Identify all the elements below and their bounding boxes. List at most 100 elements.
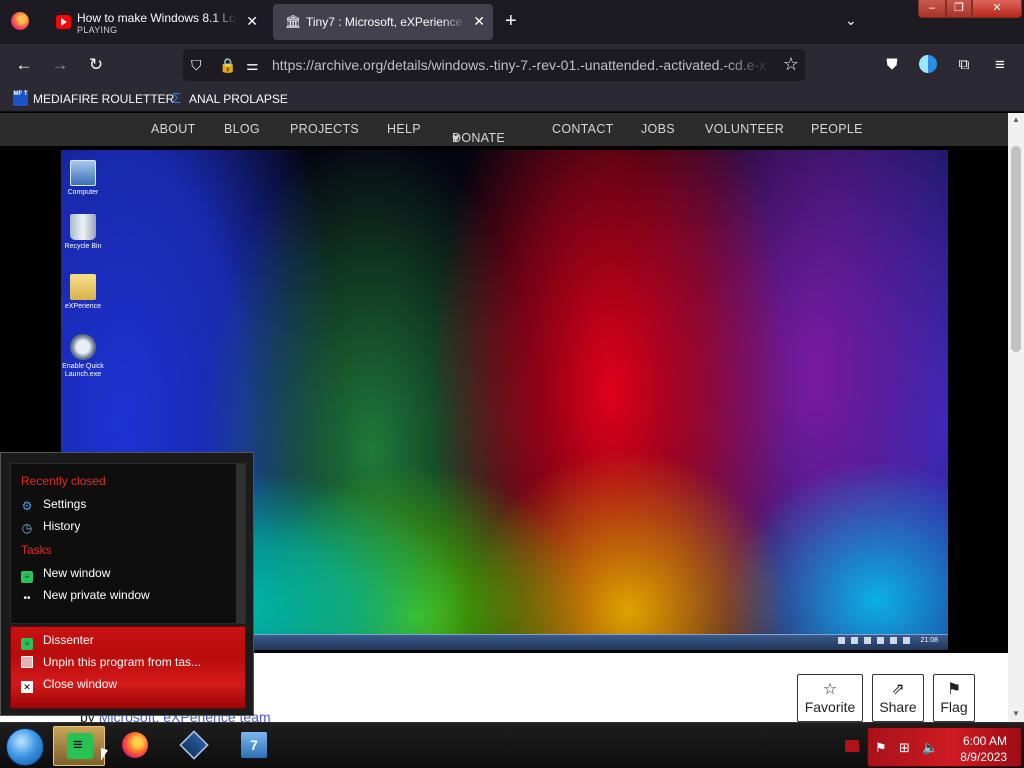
- taskbar-dissenter[interactable]: [53, 726, 105, 766]
- jump-item-unpin[interactable]: Unpin this program from tas...: [21, 655, 201, 675]
- flag-icon[interactable]: ⚑: [875, 740, 887, 756]
- nav-blog[interactable]: BLOG: [224, 122, 260, 136]
- action-center-flag-icon[interactable]: [845, 740, 859, 752]
- minimize-button[interactable]: –: [918, 0, 946, 18]
- archive-icon: 🏛: [285, 14, 302, 29]
- page-scrollbar[interactable]: ▲ ▼: [1008, 113, 1024, 722]
- favorite-button[interactable]: ☆ Favorite: [797, 674, 863, 722]
- button-label: Flag: [940, 699, 968, 715]
- bookmark-star-icon[interactable]: ☆: [783, 54, 799, 75]
- jump-list-scrollbar[interactable]: [236, 464, 245, 623]
- permissions-icon[interactable]: ⚌: [246, 57, 259, 74]
- jump-item-label: Settings: [43, 497, 87, 511]
- maximize-button[interactable]: ❐: [946, 0, 972, 18]
- new-tab-icon[interactable]: +: [505, 10, 517, 32]
- nav-people[interactable]: PEOPLE: [811, 122, 863, 136]
- jump-item-label: Unpin this program from tas...: [43, 655, 202, 669]
- scroll-up-icon[interactable]: ▲: [1008, 115, 1024, 124]
- chevron-down-icon[interactable]: ⌄: [845, 12, 857, 29]
- taskbar-tiny7[interactable]: 7: [228, 726, 280, 766]
- forward-icon[interactable]: →: [49, 54, 71, 76]
- share-button[interactable]: ⇗ Share: [872, 674, 924, 722]
- vm-tray: 21:08: [832, 637, 938, 644]
- desktop-icon-recycle-bin[interactable]: Recycle Bin: [61, 214, 109, 251]
- nav-volunteer[interactable]: VOLUNTEER: [705, 122, 784, 136]
- scroll-down-icon[interactable]: ▼: [1008, 709, 1024, 718]
- close-tab-icon[interactable]: ✕: [246, 13, 258, 30]
- network-icon[interactable]: ⊞: [899, 740, 910, 756]
- firefox-icon: [122, 732, 148, 758]
- system-tray: ⚑ ⊞ 🔈 6:00 AM 8/9/2023: [867, 727, 1022, 767]
- heart-icon: ♥: [452, 131, 460, 145]
- desktop-icon-quick-launch[interactable]: Enable Quick Launch.exe: [61, 334, 109, 379]
- tab-strip: How to make Windows 8.1 Look Like Window…: [0, 0, 1024, 44]
- recently-closed-heading: Recently closed: [21, 474, 106, 488]
- quick-launch-icon: [70, 334, 96, 360]
- desktop-icon-computer[interactable]: Computer: [61, 160, 109, 197]
- volume-icon[interactable]: 🔈: [922, 740, 938, 756]
- shield-icon[interactable]: ⛉: [191, 57, 202, 74]
- jump-list: Recently closed ⚙ Settings ◷ History Tasks…: [0, 452, 254, 716]
- nav-help[interactable]: HELP: [387, 122, 421, 136]
- extensions-icon[interactable]: ⧉: [953, 54, 975, 76]
- taskbar-virtualbox[interactable]: [168, 726, 220, 766]
- desktop-icon-label: Enable Quick Launch.exe: [62, 363, 104, 378]
- jump-list-program-section: ≡ Dissenter Unpin this program from tas..…: [10, 626, 246, 709]
- close-tab-icon[interactable]: ✕: [473, 13, 485, 30]
- tab-youtube[interactable]: How to make Windows 8.1 Look Like Window…: [44, 4, 266, 40]
- scroll-thumb[interactable]: [1011, 146, 1021, 352]
- tab-title: Tiny7 : Microsoft, eXPerience team : Fre…: [306, 15, 466, 29]
- bookmark-second[interactable]: Σ ANAL PROLAPSE: [169, 91, 288, 107]
- bookmark-label: MEDIAFIRE ROULETTER: [33, 91, 175, 106]
- jump-item-label: Close window: [43, 677, 118, 691]
- tab-playing-label: PLAYING: [77, 25, 118, 35]
- jump-item-dissenter[interactable]: ≡ Dissenter: [21, 633, 94, 653]
- start-button[interactable]: [6, 728, 44, 766]
- bookmark-mediafire[interactable]: MF T MEDIAFIRE ROULETTER: [13, 91, 174, 107]
- gear-icon: ⚙: [21, 499, 33, 513]
- nav-about[interactable]: ABOUT: [151, 122, 196, 136]
- jump-item-new-window[interactable]: ≡ New window: [21, 566, 110, 586]
- vm-clock: 21:08: [920, 637, 938, 644]
- firefox-icon[interactable]: [11, 12, 29, 30]
- lock-icon[interactable]: 🔒: [219, 57, 236, 74]
- clock[interactable]: 6:00 AM 8/9/2023: [960, 733, 1007, 765]
- youtube-icon: [56, 15, 71, 29]
- url-text[interactable]: https://archive.org/details/windows.-tin…: [272, 57, 772, 73]
- jump-item-settings[interactable]: ⚙ Settings: [21, 497, 87, 517]
- taskbar-firefox[interactable]: [109, 726, 161, 766]
- jump-item-history[interactable]: ◷ History: [21, 519, 81, 539]
- desktop-icon-experience[interactable]: eXPerience: [61, 274, 109, 311]
- back-icon[interactable]: ←: [13, 54, 35, 76]
- button-label: Share: [879, 699, 917, 715]
- screen: How to make Windows 8.1 Look Like Window…: [0, 0, 1024, 768]
- mediafire-icon: MF T: [13, 91, 28, 107]
- close-icon: ✕: [21, 681, 33, 693]
- nav-jobs[interactable]: JOBS: [641, 122, 675, 136]
- jump-item-close-window[interactable]: ✕ Close window: [21, 677, 117, 697]
- tab-archive[interactable]: 🏛 Tiny7 : Microsoft, eXPerience team : F…: [273, 4, 493, 40]
- taskbar: 7 ⚑ ⊞ 🔈 6:00 AM 8/9/2023: [0, 722, 1024, 768]
- reload-icon[interactable]: ↻: [85, 54, 107, 76]
- close-window-button[interactable]: ✕: [972, 0, 1022, 18]
- tray-icon: [890, 637, 898, 644]
- nav-contact[interactable]: CONTACT: [552, 122, 614, 136]
- tray-icon: [864, 637, 872, 644]
- clock-date: 8/9/2023: [960, 750, 1007, 764]
- account-icon[interactable]: [917, 54, 939, 76]
- bookmark-label: ANAL PROLAPSE: [189, 91, 288, 106]
- flag-button[interactable]: ⚑ Flag: [933, 674, 975, 722]
- unpin-icon: [21, 656, 33, 668]
- url-bar[interactable]: ⛉ 🔒 ⚌ https://archive.org/details/window…: [183, 49, 805, 81]
- desktop-icon-label: eXPerience: [64, 303, 102, 310]
- pocket-icon[interactable]: ⛊: [881, 54, 903, 76]
- nav-projects[interactable]: PROJECTS: [290, 122, 359, 136]
- star-icon: ☆: [822, 681, 838, 698]
- folder-icon: [70, 274, 96, 300]
- private-mask-icon: ••: [23, 593, 31, 604]
- jump-item-new-private-window[interactable]: •• New private window: [21, 588, 149, 608]
- jump-item-label: Dissenter: [43, 633, 94, 647]
- jump-item-label: History: [43, 519, 81, 533]
- menu-icon[interactable]: ≡: [989, 54, 1011, 76]
- bookmarks-bar: MF T MEDIAFIRE ROULETTER Σ ANAL PROLAPSE: [0, 86, 1024, 112]
